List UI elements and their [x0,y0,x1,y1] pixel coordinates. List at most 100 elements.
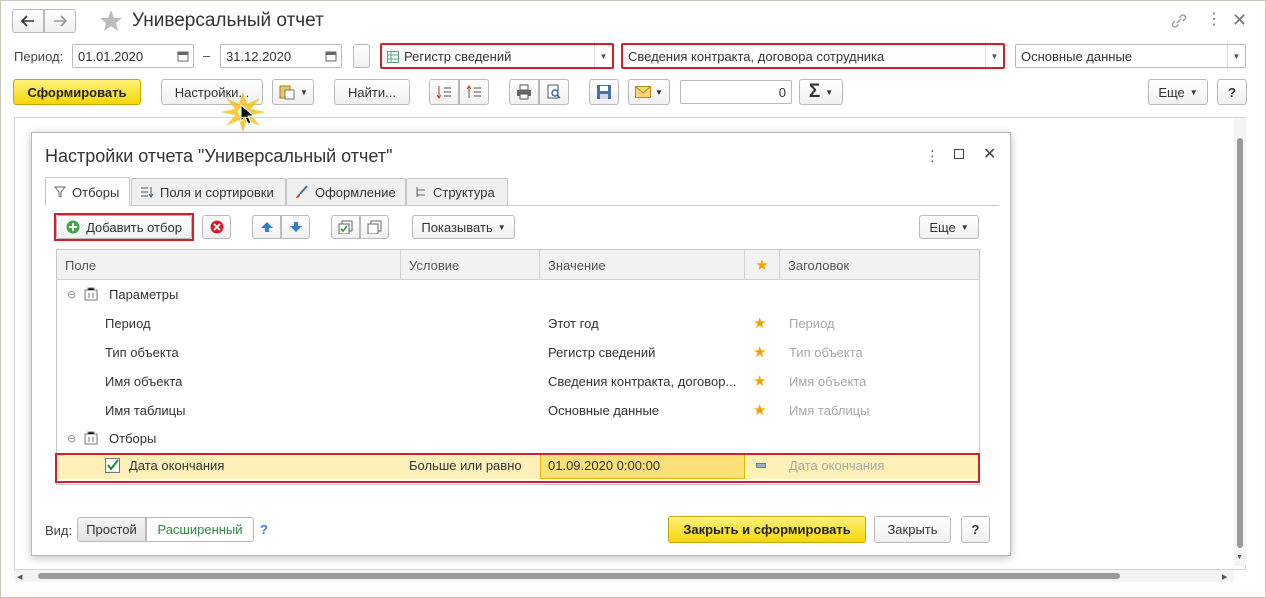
save-button[interactable] [589,79,619,105]
check-all-button[interactable] [331,215,360,239]
register-icon [387,51,399,63]
tab-label: Отборы [72,184,120,200]
chevron-down-icon[interactable]: ▼ [594,45,612,67]
row-value[interactable]: Регистр сведений [548,345,655,360]
view-simple-button[interactable]: Простой [77,517,146,542]
horizontal-scrollbar[interactable]: ◀ ▶ [14,570,1234,582]
row-field[interactable]: Имя таблицы [105,403,185,418]
help-button[interactable]: ? [1217,79,1247,105]
tab-design[interactable]: Оформление [286,178,406,205]
preview-button[interactable] [539,79,569,105]
object-type-select[interactable]: Регистр сведений ▼ [380,43,614,69]
tab-label: Оформление [315,184,396,200]
move-down-button[interactable] [281,215,310,239]
view-help-link[interactable]: ? [260,522,268,537]
send-email-button[interactable]: ▼ [628,79,670,105]
settings-dialog: Настройки отчета "Универсальный отчет" ⋮… [31,132,1011,556]
period-to-field[interactable]: 31.12.2020 [220,44,342,68]
forward-button[interactable] [44,9,76,33]
sigma-icon: Σ [808,81,821,102]
row-field[interactable]: Имя объекта [105,374,182,389]
row-value[interactable]: Сведения контракта, договор... [548,374,743,389]
period-from-value: 01.01.2020 [78,48,144,64]
row-header[interactable]: Тип объекта [789,345,863,360]
scroll-thumb[interactable] [1237,138,1243,548]
more-vertical-icon[interactable]: ⋮ [925,147,940,165]
star-icon[interactable]: ★ [753,314,766,332]
move-up-button[interactable] [252,215,281,239]
row-header[interactable]: Период [789,316,835,331]
more-vertical-icon[interactable]: ⋮ [1206,12,1222,30]
print-button[interactable] [509,79,539,105]
calendar-icon[interactable] [173,45,193,67]
tab-filters[interactable]: Отборы [45,177,130,206]
tab-fields-sorting[interactable]: Поля и сортировки [131,178,286,205]
chevron-down-icon[interactable]: ▼ [1227,45,1245,67]
clipboard-icon [279,85,295,100]
period-from-field[interactable]: 01.01.2020 [72,44,194,68]
filter-icon [54,186,66,198]
row-value[interactable]: Основные данные [548,403,659,418]
dialog-more-button[interactable]: Еще ▼ [919,215,979,239]
dialog-title: Настройки отчета "Универсальный отчет" [45,146,393,166]
close-icon[interactable]: ✕ [1232,10,1248,30]
column-condition[interactable]: Условие [401,250,540,280]
calendar-icon[interactable] [321,45,341,67]
number-field[interactable]: 0 [680,80,792,104]
tab-label: Поля и сортировки [160,184,274,200]
table-name-select[interactable]: Основные данные ▼ [1015,44,1246,68]
tabs-divider [45,205,999,206]
delete-button[interactable] [202,215,231,239]
favorite-star-icon[interactable] [98,8,124,34]
dialog-help-button[interactable]: ? [961,516,990,543]
sort-desc-button[interactable] [459,79,489,105]
close-button[interactable]: Закрыть [874,516,951,543]
row-field[interactable]: Тип объекта [105,345,179,360]
star-icon[interactable]: ★ [753,372,766,390]
scroll-left-icon[interactable]: ◀ [17,573,22,581]
star-icon[interactable]: ★ [753,401,766,419]
back-button[interactable] [12,9,44,33]
row-value[interactable]: Этот год [548,316,599,331]
scroll-down-icon[interactable]: ▼ [1236,554,1243,561]
star-icon[interactable]: ★ [753,343,766,361]
sort-asc-button[interactable] [429,79,459,105]
vertical-scrollbar[interactable]: ▼ [1234,118,1246,566]
scroll-right-icon[interactable]: ▶ [1222,573,1227,581]
table-name-value: Основные данные [1021,48,1133,64]
link-icon[interactable] [1170,12,1188,30]
object-type-value: Регистр сведений [404,48,512,64]
row-header[interactable]: Имя объекта [789,374,866,389]
close-and-generate-button[interactable]: Закрыть и сформировать [668,516,866,543]
collapse-icon[interactable]: ⊖ [67,288,76,301]
view-extended-button[interactable]: Расширенный [146,517,254,542]
column-field[interactable]: Поле [57,250,401,280]
uncheck-all-button[interactable] [360,215,389,239]
scroll-thumb[interactable] [38,573,1120,579]
column-header[interactable]: Заголовок [780,250,979,280]
find-button[interactable]: Найти... [334,79,410,105]
row-header[interactable]: Имя таблицы [789,403,869,418]
period-label: Период: [14,49,64,64]
arrow-up-icon [260,222,273,232]
period-select-button[interactable] [353,44,370,68]
period-dash: – [203,48,211,63]
variants-button[interactable]: ▼ [272,79,314,105]
generate-button[interactable]: Сформировать [13,79,141,105]
group-parameters[interactable]: Параметры [109,287,178,302]
sum-button[interactable]: Σ ▼ [799,79,843,105]
maximize-icon[interactable] [954,149,964,159]
chevron-down-icon[interactable]: ▼ [985,45,1003,67]
more-button[interactable]: Еще ▼ [1148,79,1208,105]
tab-structure[interactable]: Структура [406,178,508,205]
close-icon[interactable]: ✕ [983,144,996,164]
group-filters[interactable]: Отборы [109,431,156,446]
column-star[interactable]: ★ [745,250,780,280]
object-name-select[interactable]: Сведения контракта, договора сотрудника … [621,43,1005,69]
show-button[interactable]: Показывать ▼ [412,215,515,239]
star-icon: ★ [755,257,769,274]
collapse-icon[interactable]: ⊖ [67,432,76,445]
row-field[interactable]: Период [105,316,151,331]
column-value[interactable]: Значение [540,250,745,280]
add-filter-highlight [54,213,194,241]
